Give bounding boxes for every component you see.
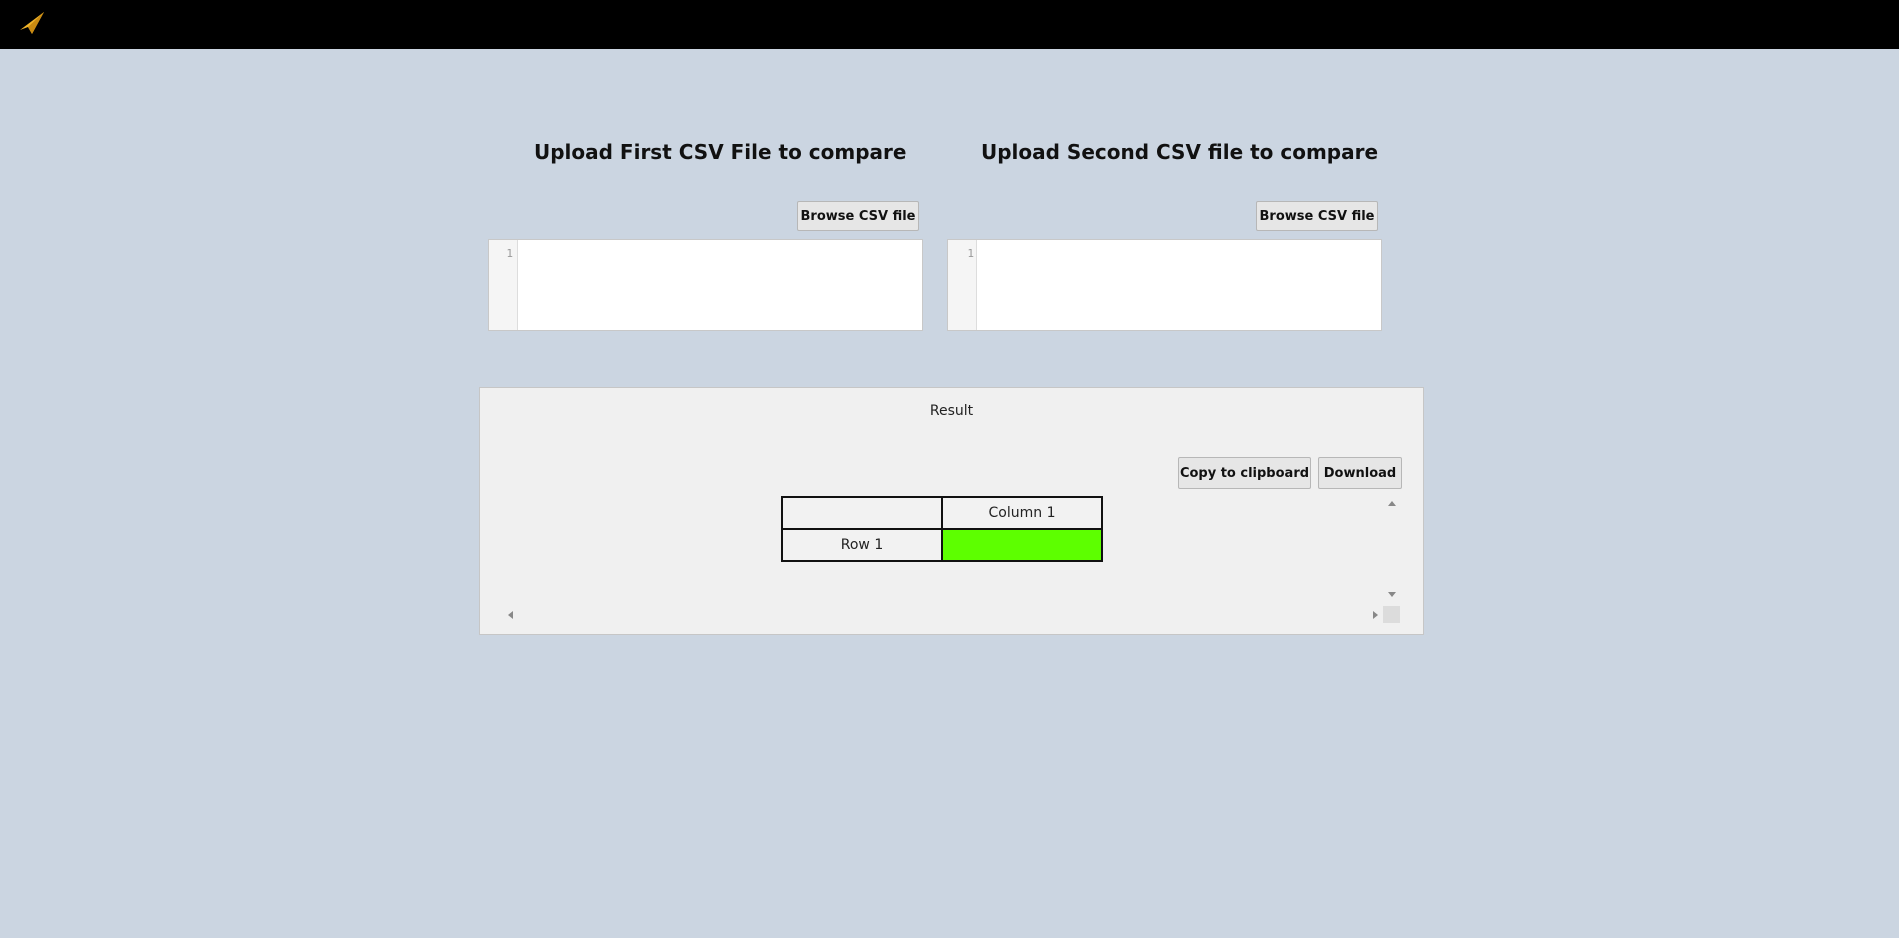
second-csv-title: Upload Second CSV file to compare: [981, 140, 1379, 164]
first-csv-editor[interactable]: 1: [488, 239, 923, 331]
result-panel: Result Copy to clipboard Download Column…: [479, 387, 1424, 635]
line-gutter: 1: [489, 240, 518, 330]
download-button[interactable]: Download: [1318, 457, 1402, 489]
first-csv-title: Upload First CSV File to compare: [534, 140, 907, 164]
table-corner-cell[interactable]: [781, 496, 943, 530]
second-csv-editor[interactable]: 1: [947, 239, 1382, 331]
scroll-up-icon[interactable]: [1388, 501, 1396, 506]
browse-second-csv-button[interactable]: Browse CSV file: [1256, 201, 1378, 231]
scroll-right-icon[interactable]: [1373, 611, 1378, 619]
browse-first-csv-button[interactable]: Browse CSV file: [797, 201, 919, 231]
line-number: 1: [967, 247, 974, 260]
result-table: Column 1 Row 1: [781, 496, 1103, 562]
scrollbar-corner: [1383, 606, 1400, 623]
top-navbar: [0, 0, 1899, 49]
scroll-left-icon[interactable]: [508, 611, 513, 619]
copy-to-clipboard-button[interactable]: Copy to clipboard: [1178, 457, 1311, 489]
result-title: Result: [929, 403, 974, 419]
table-row: Row 1: [781, 528, 1103, 562]
table-header-row: Column 1: [781, 496, 1103, 530]
column-header[interactable]: Column 1: [941, 496, 1103, 530]
line-number: 1: [506, 247, 513, 260]
paper-plane-icon[interactable]: [18, 10, 46, 34]
row-header[interactable]: Row 1: [781, 528, 943, 562]
table-cell-highlighted[interactable]: [941, 528, 1103, 562]
scroll-down-icon[interactable]: [1388, 592, 1396, 597]
line-gutter: 1: [948, 240, 977, 330]
